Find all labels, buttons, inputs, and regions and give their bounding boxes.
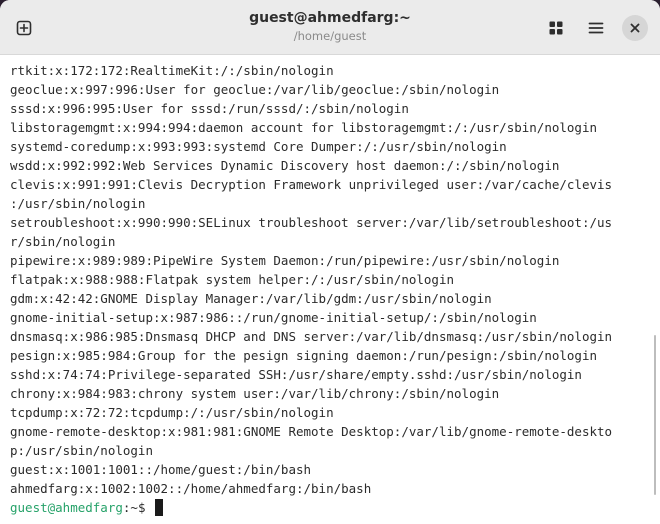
title-area: guest@ahmedfarg:~ /home/guest	[180, 8, 480, 44]
terminal-window: guest@ahmedfarg:~ /home/guest rtkit:x:17…	[0, 0, 660, 524]
main-menu-button[interactable]	[582, 14, 610, 42]
terminal-line: :/usr/sbin/nologin	[10, 196, 146, 211]
terminal-line: geoclue:x:997:996:User for geoclue:/var/…	[10, 82, 500, 97]
terminal-line: clevis:x:991:991:Clevis Decryption Frame…	[10, 177, 613, 192]
terminal-line: sssd:x:996:995:User for sssd:/run/sssd/:…	[10, 101, 409, 116]
terminal-output[interactable]: rtkit:x:172:172:RealtimeKit:/:/sbin/nolo…	[0, 55, 660, 524]
new-tab-button[interactable]	[10, 14, 38, 42]
scrollbar[interactable]	[654, 335, 656, 495]
terminal-line: wsdd:x:992:992:Web Services Dynamic Disc…	[10, 158, 560, 173]
tabs-overview-icon	[549, 21, 563, 35]
prompt-line[interactable]: guest@ahmedfarg:~$	[10, 498, 650, 517]
header-bar: guest@ahmedfarg:~ /home/guest	[0, 0, 660, 55]
close-icon	[630, 23, 640, 33]
terminal-line: systemd-coredump:x:993:993:systemd Core …	[10, 139, 507, 154]
terminal-line: r/sbin/nologin	[10, 234, 116, 249]
prompt-user-host: guest@ahmedfarg	[10, 500, 123, 515]
terminal-line: tcpdump:x:72:72:tcpdump:/:/usr/sbin/nolo…	[10, 405, 334, 420]
window-subtitle: /home/guest	[293, 29, 367, 43]
terminal-line: p:/usr/sbin/nologin	[10, 443, 153, 458]
terminal-line: sshd:x:74:74:Privilege-separated SSH:/us…	[10, 367, 582, 382]
terminal-line: dnsmasq:x:986:985:Dnsmasq DHCP and DNS s…	[10, 329, 613, 344]
tabs-overview-button[interactable]	[542, 14, 570, 42]
close-window-button[interactable]	[622, 15, 648, 41]
terminal-line: ahmedfarg:x:1002:1002::/home/ahmedfarg:/…	[10, 481, 372, 496]
terminal-line: guest:x:1001:1001::/home/guest:/bin/bash	[10, 462, 312, 477]
terminal-line: flatpak:x:988:988:Flatpak system helper:…	[10, 272, 455, 287]
terminal-line: gdm:x:42:42:GNOME Display Manager:/var/l…	[10, 291, 492, 306]
terminal-line: setroubleshoot:x:990:990:SELinux trouble…	[10, 215, 613, 230]
terminal-line: pipewire:x:989:989:PipeWire System Daemo…	[10, 253, 560, 268]
terminal-line: gnome-remote-desktop:x:981:981:GNOME Rem…	[10, 424, 613, 439]
text-cursor	[155, 499, 163, 516]
terminal-line: gnome-initial-setup:x:987:986::/run/gnom…	[10, 310, 537, 325]
new-tab-icon	[16, 20, 32, 36]
window-title: guest@ahmedfarg:~	[249, 10, 411, 26]
terminal-line: libstoragemgmt:x:994:994:daemon account …	[10, 120, 597, 135]
terminal-line: pesign:x:985:984:Group for the pesign si…	[10, 348, 597, 363]
prompt-symbol: :~$	[122, 500, 153, 515]
terminal-line: rtkit:x:172:172:RealtimeKit:/:/sbin/nolo…	[10, 63, 334, 78]
hamburger-menu-icon	[588, 22, 604, 34]
terminal-line: chrony:x:984:983:chrony system user:/var…	[10, 386, 500, 401]
